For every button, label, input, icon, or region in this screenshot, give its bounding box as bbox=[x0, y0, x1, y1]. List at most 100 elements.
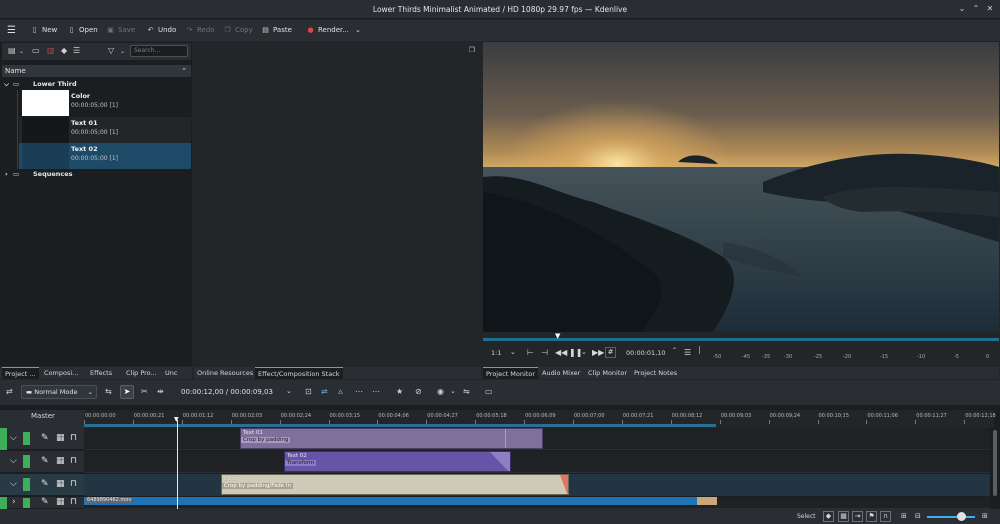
collapse-track-icon[interactable]: ⌵ bbox=[10, 479, 17, 489]
snap-icon[interactable]: ⇥ bbox=[852, 511, 863, 522]
filter-icon[interactable]: ▽ bbox=[108, 46, 114, 55]
float-panel-icon[interactable]: ❐ bbox=[469, 46, 475, 54]
record-audio-icon[interactable]: ◉ bbox=[437, 387, 444, 396]
flag-icon[interactable]: ⚑ bbox=[866, 511, 877, 522]
view-mode-icon[interactable]: ▤ bbox=[8, 46, 16, 55]
new-button[interactable]: ▯ New bbox=[30, 24, 58, 37]
maximize-icon[interactable]: ⌃ bbox=[971, 4, 981, 14]
timeline-clip-color[interactable]: Color Crop by padding/Fade In bbox=[221, 474, 569, 495]
list-item-color[interactable]: Color 00:00:05;00 [1] bbox=[19, 90, 191, 116]
track-header-v3[interactable]: ⌵ ✎ ▦ ⊓ bbox=[0, 474, 84, 496]
zoom-in-icon[interactable]: ⊞ bbox=[982, 512, 988, 520]
tag-icon[interactable]: ◆ bbox=[823, 511, 834, 522]
fit-zoom-icon[interactable]: ⊞ bbox=[901, 512, 907, 520]
magnet-icon[interactable]: ∩ bbox=[880, 511, 891, 522]
effects-wand-icon[interactable]: ✎ bbox=[41, 497, 49, 507]
timeline-ruler[interactable]: 00:00:00:00 00:00:00;21 00:00:01;12 00:00:0… bbox=[84, 410, 996, 428]
lift-zone-icon[interactable]: ⋯ bbox=[372, 387, 380, 396]
spinner-up-icon[interactable]: ⌃ bbox=[672, 347, 677, 354]
overwrite-icon[interactable]: ⩟ bbox=[338, 387, 343, 397]
fast-forward-icon[interactable]: ▶▶ bbox=[592, 348, 604, 357]
track-v1[interactable]: Text 01 Crop by padding bbox=[84, 428, 990, 450]
lock-icon[interactable]: ⊓ bbox=[70, 456, 77, 466]
subtitle-icon[interactable]: ▭ bbox=[485, 387, 493, 396]
tab-undo-history[interactable]: Unc bbox=[162, 367, 180, 379]
lock-icon[interactable]: ⊓ bbox=[70, 479, 77, 489]
effects-wand-icon[interactable]: ✎ bbox=[41, 479, 49, 489]
track-v2[interactable]: Text 02 Transform bbox=[84, 451, 990, 473]
undo-button[interactable]: ↶ Undo bbox=[146, 24, 177, 37]
delete-clip-icon[interactable]: ▥ bbox=[47, 46, 55, 55]
film-strip-icon[interactable]: ▦ bbox=[56, 433, 65, 443]
tab-online-resources[interactable]: Online Resources bbox=[194, 367, 256, 379]
lift-icon[interactable]: ⇆ bbox=[105, 387, 112, 396]
folder-row-lower-third[interactable]: ⌵ ▭ Lower Third bbox=[2, 79, 191, 90]
chevron-down-icon[interactable]: ⌄ bbox=[19, 48, 24, 55]
chevron-down-icon[interactable]: ⌄ bbox=[286, 387, 292, 395]
open-button[interactable]: ▯ Open bbox=[67, 24, 98, 37]
track-header-v2[interactable]: ⌵ ✎ ▦ ⊓ bbox=[0, 451, 84, 473]
target-track-icon[interactable] bbox=[23, 498, 30, 508]
render-button[interactable]: ● Render... ⌄ bbox=[306, 24, 360, 37]
track-settings-icon[interactable]: ⇄ bbox=[6, 387, 13, 396]
redo-button[interactable]: ↷ Redo bbox=[185, 24, 215, 37]
monitor-menu-icon[interactable]: ☰ bbox=[684, 348, 691, 357]
minimize-icon[interactable]: ⌄ bbox=[957, 4, 967, 14]
chevron-down-icon[interactable]: ⌵ bbox=[4, 79, 9, 90]
fit-zoom-icon[interactable]: ⊡ bbox=[305, 387, 312, 396]
tab-effects[interactable]: Effects bbox=[87, 367, 115, 379]
lock-icon[interactable]: ⊓ bbox=[70, 433, 77, 443]
playhead-marker-icon[interactable]: ▼ bbox=[174, 416, 179, 423]
tab-audio-mixer[interactable]: Audio Mixer bbox=[539, 367, 583, 379]
effects-wand-icon[interactable]: ✎ bbox=[41, 456, 49, 466]
copy-button[interactable]: ❐ Copy bbox=[223, 24, 252, 37]
collapse-track-icon[interactable]: ⌵ bbox=[10, 433, 17, 443]
timeline-clip-text-02[interactable]: Text 02 Transform bbox=[284, 451, 511, 472]
tab-effect-composition-stack[interactable]: Effect/Composition Stack bbox=[255, 367, 343, 379]
timeline-playhead[interactable] bbox=[177, 420, 178, 509]
playhead-marker-icon[interactable]: ▼ bbox=[555, 332, 560, 340]
tab-clip-properties[interactable]: Clip Pro... bbox=[123, 367, 160, 379]
timeline-vertical-scrollbar[interactable] bbox=[993, 430, 997, 496]
chevron-right-icon[interactable]: › bbox=[5, 169, 8, 180]
track-header-v1[interactable]: ⌵ ✎ ▦ ⊓ bbox=[0, 428, 84, 450]
spacer-tool-icon[interactable]: ⇹ bbox=[157, 387, 164, 396]
tab-compositions[interactable]: Composi... bbox=[41, 367, 81, 379]
timeline-position[interactable]: 00:00:12,00 / 00:00:09,03 bbox=[181, 388, 273, 396]
film-strip-icon[interactable]: ▦ bbox=[838, 511, 849, 522]
timeline-zone-bar[interactable] bbox=[84, 424, 716, 427]
razor-tool-icon[interactable]: ✂ bbox=[141, 387, 148, 396]
chevron-down-icon[interactable]: ⌄ bbox=[510, 348, 516, 356]
monitor-timecode[interactable]: 00:00:01,10 bbox=[626, 349, 666, 357]
save-button[interactable]: ▣ Save bbox=[106, 24, 135, 37]
list-item-text-02[interactable]: Text 02 00:00:05;00 [1] bbox=[19, 143, 191, 169]
edit-mode-select[interactable]: ▬ Normal Mode ⌄ bbox=[21, 385, 97, 399]
set-zone-in-icon[interactable]: ⊢ bbox=[527, 348, 534, 357]
target-track-icon[interactable] bbox=[23, 455, 30, 468]
hamburger-menu-icon[interactable]: ☰ bbox=[7, 24, 16, 37]
column-header-name[interactable]: Name ⌃ bbox=[2, 65, 191, 77]
timeline-clip-video[interactable]: 6489890462.mov bbox=[84, 497, 717, 505]
zoom-slider[interactable] bbox=[927, 516, 975, 518]
target-track-icon[interactable] bbox=[23, 478, 30, 491]
track-active-indicator[interactable] bbox=[0, 497, 7, 509]
search-input[interactable]: Search... bbox=[130, 45, 188, 57]
track-active-indicator[interactable] bbox=[0, 428, 7, 450]
track-v3[interactable]: Color Crop by padding/Fade In bbox=[84, 474, 990, 496]
track-v4[interactable]: 6489890462.mov bbox=[84, 497, 990, 509]
disable-icon[interactable]: ⊘ bbox=[415, 387, 422, 396]
set-zone-out-icon[interactable]: ⊣ bbox=[541, 348, 548, 357]
zoom-select[interactable]: 1:1 bbox=[491, 349, 501, 357]
collapse-track-icon[interactable]: ⌵ bbox=[10, 456, 17, 466]
favorite-star-icon[interactable]: ★ bbox=[396, 387, 403, 396]
timeline-clip-text-01[interactable]: Text 01 Crop by padding bbox=[240, 428, 543, 449]
menu-icon[interactable]: ☰ bbox=[73, 46, 80, 55]
track-header-v4[interactable]: › ✎ ▦ ⊓ bbox=[0, 497, 84, 509]
list-item-text-01[interactable]: Text 01 00:00:05;00 [1] bbox=[19, 117, 191, 143]
tag-icon[interactable]: ◆ bbox=[61, 46, 67, 55]
insert-icon[interactable]: ⇌ bbox=[321, 387, 328, 396]
close-icon[interactable]: ✕ bbox=[985, 4, 995, 14]
tab-project[interactable]: Project ... bbox=[2, 367, 39, 379]
project-monitor-video[interactable] bbox=[483, 42, 999, 332]
zoom-out-icon[interactable]: ⊟ bbox=[915, 512, 921, 520]
